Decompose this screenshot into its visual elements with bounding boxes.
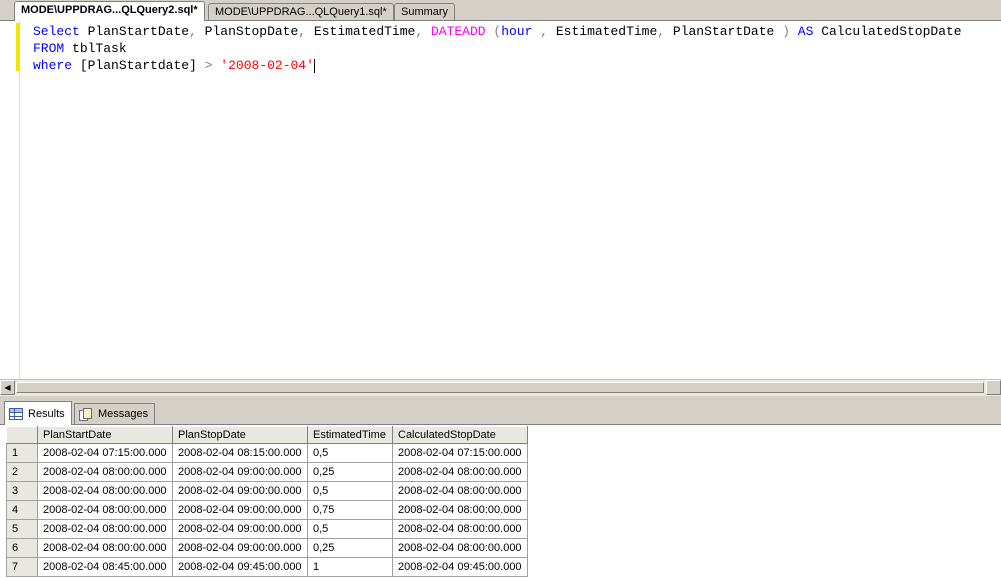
column-header-planstartdate[interactable]: PlanStartDate [37,426,173,444]
table-cell[interactable]: 2008-02-04 08:00:00.000 [37,481,173,501]
header-row: PlanStartDate PlanStopDate EstimatedTime… [6,426,528,444]
table-cell[interactable]: 2008-02-04 09:00:00.000 [172,462,308,482]
row-number[interactable]: 3 [6,481,38,501]
tab-query1[interactable]: MODE\UPPDRAG...QLQuery1.sql* [208,3,394,20]
tab-results-label: Results [28,407,65,420]
table-cell[interactable]: 1 [307,557,393,577]
identifier: EstimatedTime [555,24,658,39]
table-cell[interactable]: 2008-02-04 08:00:00.000 [392,538,528,558]
tab-results[interactable]: Results [4,401,72,425]
table-cell[interactable]: 2008-02-04 09:45:00.000 [172,557,308,577]
row-number[interactable]: 5 [6,519,38,539]
datepart-hour: hour [501,24,533,39]
table-cell[interactable]: 2008-02-04 08:00:00.000 [37,538,173,558]
identifier: PlanStartDate [672,24,775,39]
tab-summary[interactable]: Summary [394,3,456,20]
table-row[interactable]: 1 2008-02-04 07:15:00.000 2008-02-04 08:… [6,443,528,463]
result-tab-strip: Results Messages [0,400,1001,425]
comma: , [415,24,424,39]
row-number[interactable]: 6 [6,538,38,558]
comma: , [298,24,307,39]
results-grid: PlanStartDate PlanStopDate EstimatedTime… [6,426,528,577]
comma: , [657,24,666,39]
tab-messages-label: Messages [98,408,149,420]
document-tab-strip: MODE\UPPDRAG...QLQuery2.sql* MODE\UPPDRA… [0,0,1001,21]
sql-editor[interactable]: Select PlanStartDate, PlanStopDate, Esti… [0,21,1001,379]
text-caret [313,58,315,73]
table-cell[interactable]: 2008-02-04 08:00:00.000 [392,481,528,501]
results-pane: PlanStartDate PlanStopDate EstimatedTime… [0,425,1001,578]
table-cell[interactable]: 2008-02-04 08:00:00.000 [37,500,173,520]
sql-code[interactable]: Select PlanStartDate, PlanStopDate, Esti… [33,23,962,74]
table-cell[interactable]: 2008-02-04 08:00:00.000 [37,519,173,539]
scrollbar-thumb[interactable] [16,382,984,393]
table-cell[interactable]: 0,75 [307,500,393,520]
table-cell[interactable]: 2008-02-04 08:45:00.000 [37,557,173,577]
scroll-left-button[interactable]: ◀ [0,380,15,395]
alias: CalculatedStopDate [821,24,962,39]
identifier: [PlanStartdate] [79,58,197,73]
function-dateadd: DATEADD [430,24,486,39]
table-row[interactable]: 5 2008-02-04 08:00:00.000 2008-02-04 09:… [6,519,528,539]
comma: , [540,24,549,39]
code-line-2: FROM tblTask [33,41,127,56]
table-cell[interactable]: 2008-02-04 08:00:00.000 [392,519,528,539]
table-cell[interactable]: 2008-02-04 07:15:00.000 [37,443,173,463]
table-cell[interactable]: 2008-02-04 09:00:00.000 [172,538,308,558]
paren-close: ) [782,24,790,39]
keyword-as: AS [797,24,814,39]
table-row[interactable]: 3 2008-02-04 08:00:00.000 2008-02-04 09:… [6,481,528,501]
table-cell[interactable]: 2008-02-04 08:00:00.000 [392,500,528,520]
table-cell[interactable]: 2008-02-04 09:45:00.000 [392,557,528,577]
table-cell[interactable]: 0,25 [307,538,393,558]
table-cell[interactable]: 2008-02-04 08:00:00.000 [37,462,173,482]
identifier: PlanStopDate [204,24,299,39]
row-number[interactable]: 1 [6,443,38,463]
table-row[interactable]: 6 2008-02-04 08:00:00.000 2008-02-04 09:… [6,538,528,558]
tab-query2[interactable]: MODE\UPPDRAG...QLQuery2.sql* [14,1,205,21]
table-row[interactable]: 7 2008-02-04 08:45:00.000 2008-02-04 09:… [6,557,528,577]
table-cell[interactable]: 2008-02-04 09:00:00.000 [172,481,308,501]
row-number[interactable]: 7 [6,557,38,577]
identifier: EstimatedTime [313,24,416,39]
table-row[interactable]: 2 2008-02-04 08:00:00.000 2008-02-04 09:… [6,462,528,482]
editor-gutter [0,21,20,379]
column-header-calculatedstopdate[interactable]: CalculatedStopDate [392,426,528,444]
column-header-estimatedtime[interactable]: EstimatedTime [307,426,393,444]
grid-icon [9,407,23,420]
comma: , [189,24,197,39]
row-number[interactable]: 4 [6,500,38,520]
table-cell[interactable]: 0,25 [307,462,393,482]
table-cell[interactable]: 2008-02-04 09:00:00.000 [172,500,308,520]
scroll-right-button[interactable] [986,380,1001,395]
keyword-from: FROM [33,41,65,56]
table-cell[interactable]: 0,5 [307,519,393,539]
messages-icon [79,407,93,421]
table-cell[interactable]: 2008-02-04 07:15:00.000 [392,443,528,463]
code-line-1: Select PlanStartDate, PlanStopDate, Esti… [33,24,962,39]
column-header-planstopdate[interactable]: PlanStopDate [172,426,308,444]
grid-corner[interactable] [6,426,38,444]
tab-messages[interactable]: Messages [74,403,156,424]
table-name: tblTask [72,41,127,56]
table-cell[interactable]: 0,5 [307,481,393,501]
table-cell[interactable]: 2008-02-04 09:00:00.000 [172,519,308,539]
code-line-3: where [PlanStartdate] > '2008-02-04' [33,58,315,73]
string-literal: '2008-02-04' [220,58,314,73]
keyword-select: Select [33,24,80,39]
row-number[interactable]: 2 [6,462,38,482]
keyword-where: where [33,58,73,73]
identifier: PlanStartDate [87,24,190,39]
table-cell[interactable]: 2008-02-04 08:00:00.000 [392,462,528,482]
table-row[interactable]: 4 2008-02-04 08:00:00.000 2008-02-04 09:… [6,500,528,520]
table-cell[interactable]: 2008-02-04 08:15:00.000 [172,443,308,463]
table-cell[interactable]: 0,5 [307,443,393,463]
operator-gt: > [204,58,213,73]
editor-horizontal-scrollbar[interactable]: ◀ [0,379,1001,396]
change-indicator-bar [16,23,20,71]
